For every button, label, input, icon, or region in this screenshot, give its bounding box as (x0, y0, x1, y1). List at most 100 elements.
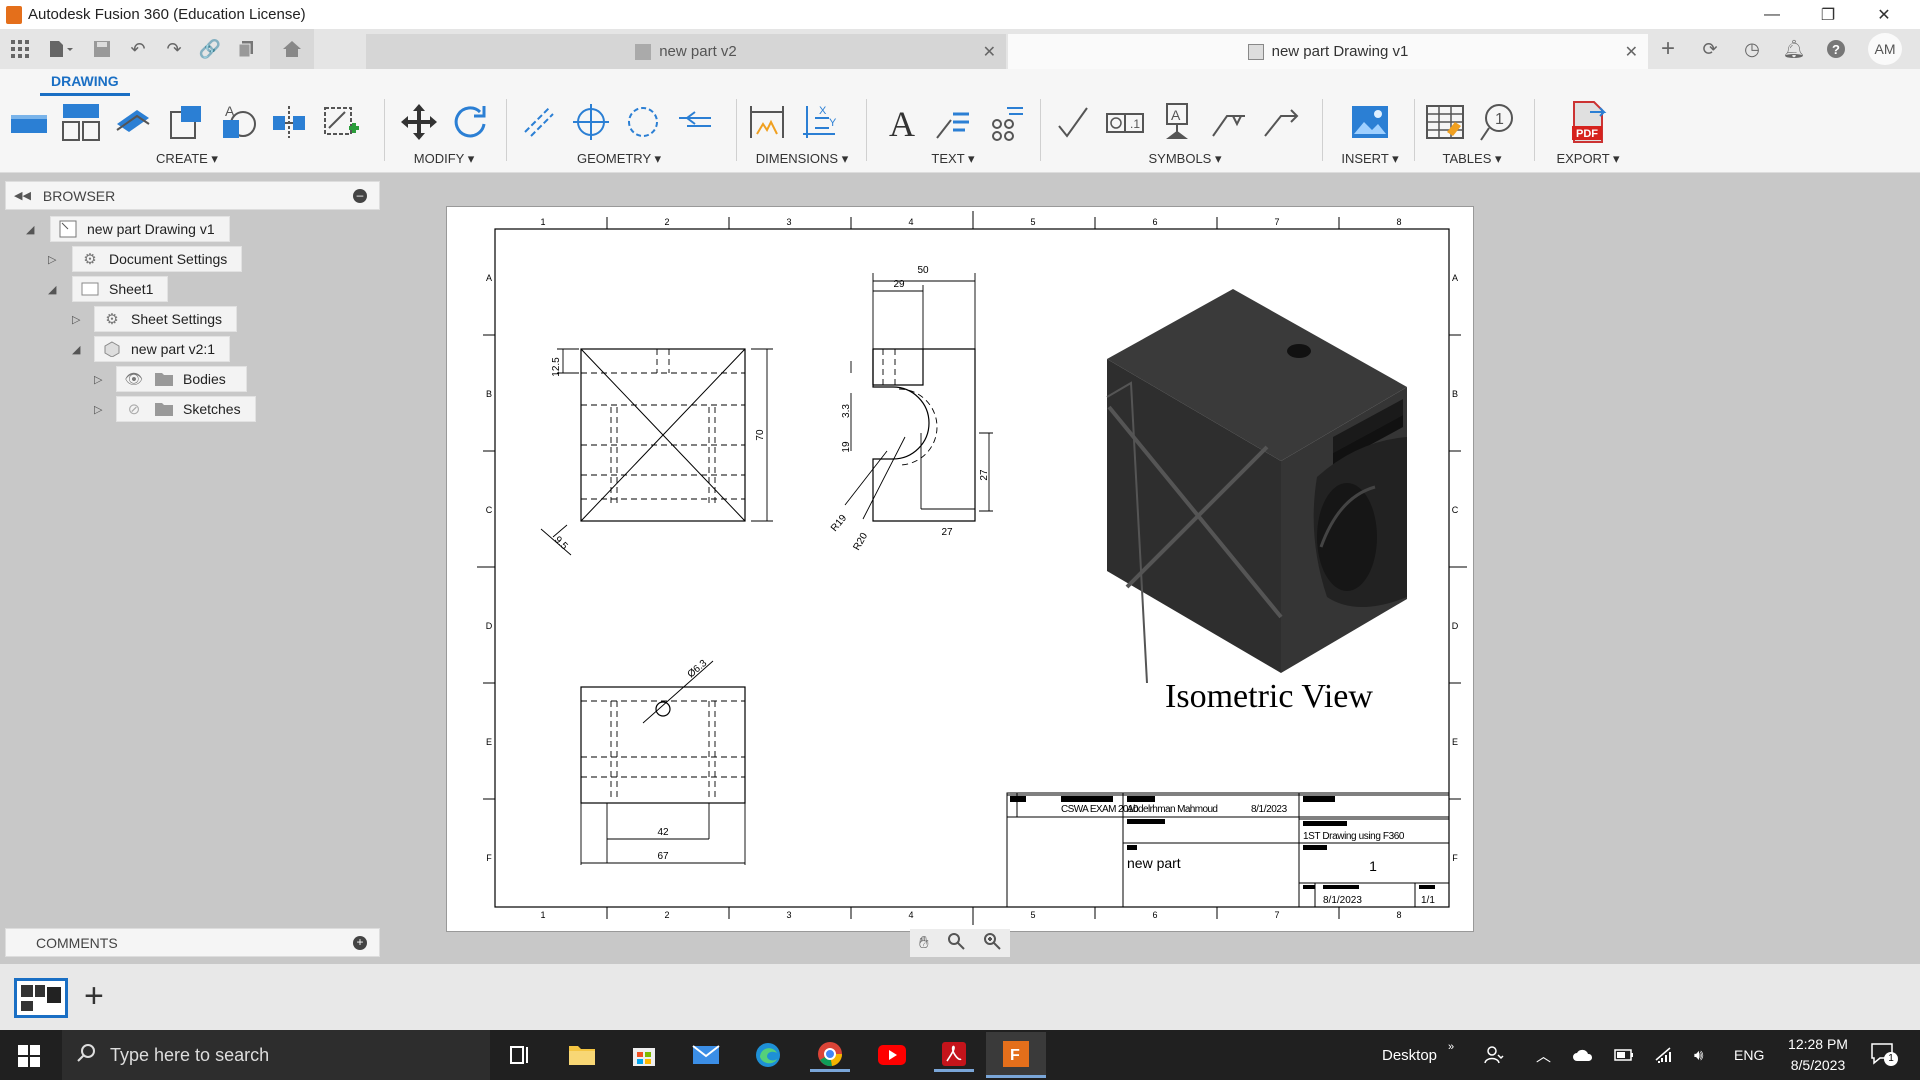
eye-visible-icon[interactable]: 👁︎ (123, 370, 145, 388)
leader-icon[interactable] (930, 100, 976, 144)
insert-group-label[interactable]: INSERT ▾ (1330, 151, 1410, 167)
undo-icon[interactable]: ↶ (120, 29, 156, 69)
tree-item-document-settings[interactable]: ⚙ Document Settings (72, 246, 243, 272)
dimensions-group-label[interactable]: DIMENSIONS ▾ (744, 151, 860, 167)
tree-item-drawing[interactable]: new part Drawing v1 (50, 216, 230, 242)
expand-arrow-icon[interactable]: ▷ (72, 313, 80, 326)
welding-symbol-icon[interactable] (1206, 100, 1252, 144)
section-view-icon[interactable] (110, 100, 156, 144)
close-tab-icon[interactable]: ✕ (1625, 42, 1638, 62)
expand-arrow-icon[interactable]: ▷ (48, 253, 56, 266)
tab-new-part-drawing[interactable]: new part Drawing v1 ✕ (1008, 34, 1648, 69)
text-icon[interactable]: A (878, 100, 924, 144)
sheet-thumbnail[interactable] (14, 978, 68, 1018)
tables-group-label[interactable]: TABLES ▾ (1422, 151, 1522, 167)
notifications-bell-icon[interactable]: 🔔︎ (1776, 29, 1812, 69)
eye-hidden-icon[interactable]: ⊘ (123, 400, 145, 418)
add-sheet-plus-icon[interactable]: + (84, 976, 104, 1016)
collapse-arrow-icon[interactable]: ◢ (72, 343, 80, 356)
edge-extension-icon[interactable] (672, 100, 718, 144)
front-view[interactable] (540, 348, 773, 556)
wifi-icon[interactable] (1654, 1030, 1674, 1080)
volume-icon[interactable]: 🔊︎ (1694, 1030, 1703, 1080)
chrome-browser-icon[interactable] (810, 1038, 850, 1072)
expand-arrow-icon[interactable]: ▷ (94, 403, 102, 416)
restore-button[interactable]: ❐ (1800, 0, 1856, 29)
onedrive-cloud-icon[interactable] (1572, 1030, 1594, 1080)
redo-icon[interactable]: ↷ (156, 29, 192, 69)
datum-identifier-icon[interactable]: A (1154, 100, 1200, 144)
export-pdf-icon[interactable]: PDF (1565, 100, 1611, 144)
drawing-sheet[interactable]: 1 2 3 4 5 6 7 8 1 2 3 4 5 6 7 8 A B C D … (446, 206, 1474, 932)
isometric-view[interactable] (1106, 289, 1407, 684)
geometry-group-label[interactable]: GEOMETRY ▾ (516, 151, 722, 167)
fusion-360-taskbar-icon[interactable]: F (986, 1032, 1046, 1078)
base-view-icon[interactable] (6, 100, 52, 144)
home-icon[interactable] (270, 29, 314, 69)
tree-item-part-view[interactable]: new part v2:1 (94, 336, 231, 362)
tree-item-bodies[interactable]: 👁︎ Bodies (116, 366, 247, 392)
dimension-icon[interactable] (744, 100, 790, 144)
zoom-window-icon[interactable] (947, 932, 965, 955)
file-explorer-icon[interactable] (562, 1038, 602, 1072)
feature-control-frame-icon[interactable]: .1 (1102, 100, 1148, 144)
help-icon[interactable]: ? (1818, 29, 1854, 69)
insert-image-icon[interactable] (1347, 100, 1393, 144)
people-icon[interactable] (1484, 1030, 1504, 1080)
projected-view-icon[interactable] (58, 100, 104, 144)
close-tab-icon[interactable]: ✕ (983, 42, 996, 62)
notification-center-icon[interactable]: 1 (1870, 1042, 1900, 1068)
ordinate-dimension-icon[interactable]: XY (796, 100, 842, 144)
user-avatar[interactable]: AM (1868, 33, 1902, 65)
youtube-icon[interactable] (872, 1038, 912, 1072)
zoom-icon[interactable] (983, 932, 1001, 955)
adobe-acrobat-icon[interactable] (934, 1038, 974, 1072)
task-view-icon[interactable] (500, 1038, 540, 1072)
language-indicator[interactable]: ENG (1734, 1030, 1764, 1080)
move-icon[interactable] (396, 100, 441, 144)
clock[interactable]: 12:28 PM 8/5/2023 (1776, 1034, 1860, 1076)
desktop-toolbar-label[interactable]: Desktop (1382, 1030, 1437, 1080)
chevron-double-icon[interactable]: » (1448, 1022, 1454, 1072)
close-window-button[interactable]: ✕ (1856, 0, 1912, 29)
note-icon[interactable] (982, 100, 1028, 144)
new-tab-plus-icon[interactable]: + (1650, 29, 1686, 69)
collapse-arrow-icon[interactable]: ◢ (26, 223, 34, 236)
center-mark-icon[interactable] (568, 100, 614, 144)
collapse-arrow-icon[interactable]: ◢ (48, 283, 56, 296)
windows-start-icon[interactable] (18, 1045, 40, 1067)
break-view-icon[interactable]: A (214, 100, 260, 144)
collapse-browser-icon[interactable]: ◀◀ (14, 189, 31, 202)
edge-symbol-icon[interactable] (1258, 100, 1304, 144)
show-hidden-icons-chevron-icon[interactable]: ︿ (1536, 1030, 1551, 1080)
link-icon[interactable]: 🔗 (192, 29, 228, 69)
sketch-view-icon[interactable] (318, 100, 364, 144)
side-view[interactable] (844, 273, 993, 522)
modify-group-label[interactable]: MODIFY ▾ (396, 151, 492, 167)
surface-texture-icon[interactable] (1050, 100, 1096, 144)
text-group-label[interactable]: TEXT ▾ (878, 151, 1028, 167)
create-group-label[interactable]: CREATE ▾ (6, 151, 368, 167)
tab-drawing[interactable]: DRAWING (40, 73, 130, 96)
mail-icon[interactable] (686, 1038, 726, 1072)
extensions-icon[interactable]: ⟳ (1692, 29, 1728, 69)
browser-minimize-icon[interactable]: – (353, 188, 367, 203)
edge-browser-icon[interactable] (748, 1038, 788, 1072)
detail-view-icon[interactable] (162, 100, 208, 144)
tab-new-part[interactable]: new part v2 ✕ (366, 34, 1006, 69)
expand-arrow-icon[interactable]: ▷ (94, 373, 102, 386)
copy-icon[interactable] (228, 29, 264, 69)
export-group-label[interactable]: EXPORT ▾ (1544, 151, 1632, 167)
table-icon[interactable] (1422, 100, 1468, 144)
file-menu-icon[interactable] (38, 29, 84, 69)
microsoft-store-icon[interactable] (624, 1038, 664, 1072)
tree-item-sketches[interactable]: ⊘ Sketches (116, 396, 256, 422)
center-mark-pattern-icon[interactable] (620, 100, 666, 144)
tree-item-sheet-settings[interactable]: ⚙ Sheet Settings (94, 306, 238, 332)
minimize-button[interactable]: — (1744, 0, 1800, 29)
balloon-icon[interactable]: 1 (1474, 100, 1520, 144)
centerline-icon[interactable] (516, 100, 562, 144)
battery-icon[interactable] (1614, 1030, 1634, 1080)
save-icon[interactable] (84, 29, 120, 69)
rotate-icon[interactable] (447, 100, 492, 144)
